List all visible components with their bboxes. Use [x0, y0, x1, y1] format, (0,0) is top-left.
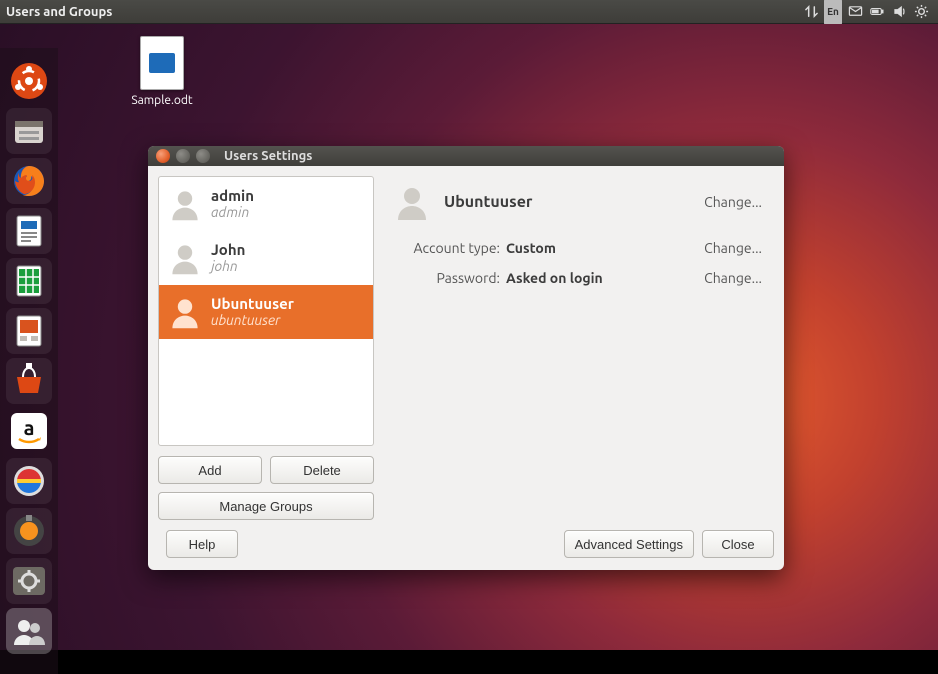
window-close-icon[interactable]	[156, 149, 170, 163]
password-value: Asked on login	[506, 270, 704, 286]
launcher-dash[interactable]	[6, 58, 52, 104]
launcher-files[interactable]	[6, 108, 52, 154]
avatar-icon	[392, 182, 432, 222]
launcher-app-2[interactable]	[6, 508, 52, 554]
password-label: Password:	[392, 270, 500, 286]
change-account-type-link[interactable]: Change...	[704, 240, 762, 256]
account-type-value: Custom	[506, 240, 704, 256]
users-settings-window: Users Settings admin admin	[148, 146, 784, 570]
active-app-title: Users and Groups	[6, 0, 112, 24]
launcher-users-and-groups[interactable]	[6, 608, 52, 654]
top-panel: Users and Groups En	[0, 0, 938, 24]
user-detail-pane: Ubuntuuser Change... Account type: Custo…	[374, 176, 774, 520]
user-login: john	[211, 258, 245, 275]
advanced-settings-button[interactable]: Advanced Settings	[564, 530, 694, 558]
user-list: admin admin John john	[158, 176, 374, 446]
svg-text:a: a	[24, 416, 35, 439]
manage-groups-button[interactable]: Manage Groups	[158, 492, 374, 520]
system-settings-indicator-icon[interactable]	[910, 0, 932, 24]
avatar-icon	[167, 186, 203, 222]
user-list-item-john[interactable]: John john	[159, 231, 373, 285]
battery-indicator-icon[interactable]	[866, 0, 888, 24]
document-icon	[140, 36, 184, 90]
detail-username: Ubuntuuser	[444, 193, 704, 211]
change-name-link[interactable]: Change...	[704, 194, 762, 210]
avatar-icon	[167, 240, 203, 276]
dialog-footer: Help Advanced Settings Close	[148, 530, 784, 570]
launcher-writer[interactable]	[6, 208, 52, 254]
user-fullname: Ubuntuuser	[211, 295, 294, 312]
account-type-label: Account type:	[392, 240, 500, 256]
delete-user-button[interactable]: Delete	[270, 456, 374, 484]
unity-launcher: a	[0, 48, 58, 674]
launcher-impress[interactable]	[6, 308, 52, 354]
user-login: ubuntuuser	[211, 312, 294, 329]
window-minimize-icon[interactable]	[176, 149, 190, 163]
launcher-system-settings[interactable]	[6, 558, 52, 604]
add-user-button[interactable]: Add	[158, 456, 262, 484]
window-titlebar[interactable]: Users Settings	[148, 146, 784, 166]
desktop-file-label: Sample.odt	[122, 94, 202, 107]
network-indicator-icon[interactable]	[800, 0, 822, 24]
user-fullname: John	[211, 241, 245, 258]
launcher-calc[interactable]	[6, 258, 52, 304]
desktop-wallpaper: Sample.odt a	[0, 24, 938, 650]
user-list-item-admin[interactable]: admin admin	[159, 177, 373, 231]
messages-indicator-icon[interactable]	[844, 0, 866, 24]
user-login: admin	[211, 204, 254, 221]
window-maximize-icon[interactable]	[196, 149, 210, 163]
launcher-firefox[interactable]	[6, 158, 52, 204]
window-title: Users Settings	[224, 149, 312, 163]
help-button[interactable]: Help	[166, 530, 238, 558]
close-button[interactable]: Close	[702, 530, 774, 558]
user-list-item-ubuntuuser[interactable]: Ubuntuuser ubuntuuser	[159, 285, 373, 339]
launcher-app-1[interactable]	[6, 458, 52, 504]
avatar-icon	[167, 294, 203, 330]
sound-indicator-icon[interactable]	[888, 0, 910, 24]
desktop-file-sample-odt[interactable]: Sample.odt	[122, 36, 202, 107]
keyboard-lang-indicator[interactable]: En	[822, 0, 844, 24]
launcher-software[interactable]	[6, 358, 52, 404]
launcher-amazon[interactable]: a	[6, 408, 52, 454]
user-fullname: admin	[211, 187, 254, 204]
change-password-link[interactable]: Change...	[704, 270, 762, 286]
